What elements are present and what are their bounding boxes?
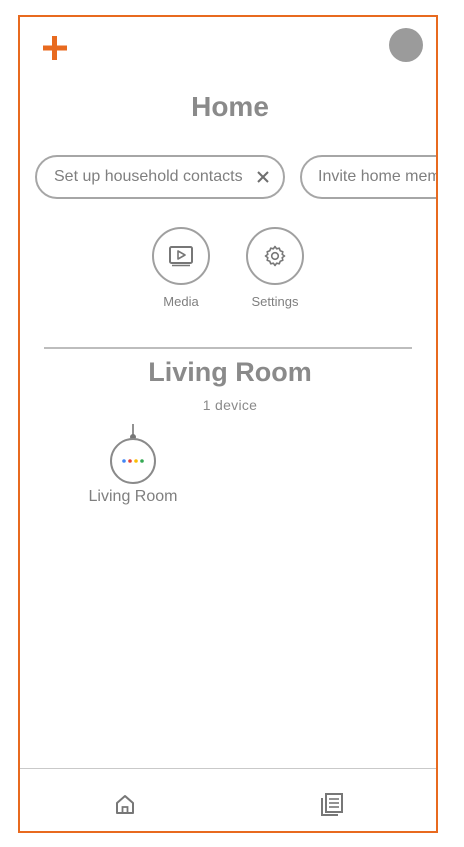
settings-label: Settings [251, 294, 299, 309]
media-label: Media [163, 294, 199, 309]
settings-circle [246, 227, 304, 285]
chip-label: Invite home mem [318, 168, 438, 185]
device-tile[interactable]: Living Room [78, 422, 188, 506]
chip-invite-home-members[interactable]: Invite home mem [300, 155, 438, 199]
page-title: Home [191, 91, 269, 122]
feed-icon [321, 793, 343, 816]
room-device-count: 1 device [202, 397, 258, 413]
chip-household-contacts[interactable]: Set up household contacts [35, 155, 285, 199]
account-avatar[interactable] [389, 28, 423, 62]
home-icon [116, 795, 134, 814]
nav-home-button[interactable] [110, 789, 140, 819]
nav-feed-button[interactable] [317, 789, 347, 819]
media-play-icon [169, 246, 193, 267]
media-button[interactable]: Media [141, 227, 221, 309]
close-icon[interactable] [253, 167, 273, 187]
bottom-nav-divider [20, 768, 436, 769]
chip-label: Set up household contacts [54, 168, 243, 185]
app-frame: Home Set up household contacts Invite ho… [18, 15, 438, 833]
smart-speaker-icon [110, 424, 156, 484]
device-label: Living Room [88, 488, 178, 505]
section-divider [44, 347, 412, 349]
media-circle [152, 227, 210, 285]
room-title: Living Room [148, 357, 312, 387]
plus-icon [43, 36, 67, 60]
gear-icon [264, 245, 286, 267]
settings-button[interactable]: Settings [235, 227, 315, 309]
add-button[interactable] [40, 33, 70, 63]
